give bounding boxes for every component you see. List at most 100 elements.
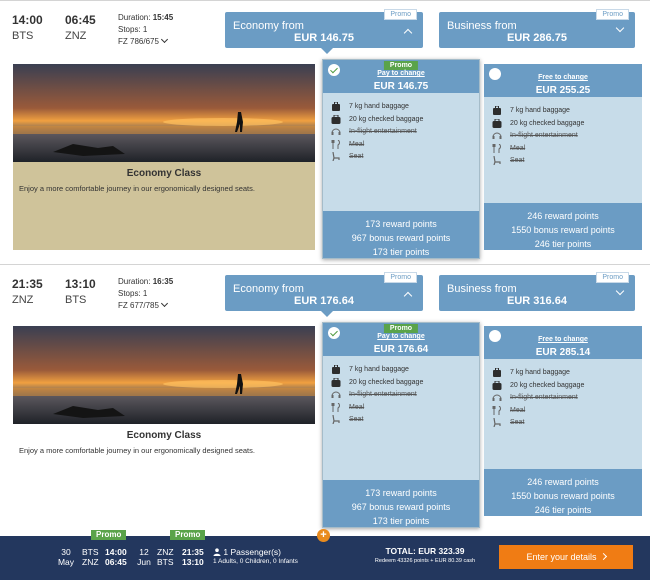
flight-numbers-toggle[interactable]: FZ 786/675 [118,35,173,48]
fare-tab-price: EUR 176.64 [294,295,354,307]
feature-label: Seat [510,419,525,426]
points-box: 173 reward points 967 bonus reward point… [323,480,479,527]
option-price: EUR 176.64 [373,344,429,355]
entertainment-icon [331,128,341,135]
class-description: Enjoy a more comfortable journey in our … [19,446,255,455]
outbound-arr-time: 06:45 [105,557,127,567]
feature-item: 20 kg checked baggage [490,380,584,393]
promo-badge: Promo [91,530,127,540]
fare-option-free-to-change[interactable]: Free to change EUR 255.25 7 kg hand bagg… [484,64,642,250]
promo-tag: Promo [384,9,417,20]
arrival: 06:45 ZNZ [65,13,96,42]
feature-label: In-flight entertainment [349,391,417,398]
return-to: BTS [157,557,174,567]
bonus-points: 1550 bonus reward points [511,491,615,501]
fare-tab-price: EUR 316.64 [507,295,567,307]
class-title: Economy Class [126,168,202,179]
bonus-points: 967 bonus reward points [351,233,451,243]
stops: Stops: 1 [118,289,148,298]
feature-item: In-flight entertainment [490,130,584,143]
feature-list: 7 kg hand baggage 20 kg checked baggage In… [490,105,584,168]
option-price: EUR 146.75 [373,81,429,92]
enter-details-button[interactable]: Enter your details [499,545,633,569]
flight-numbers-toggle[interactable]: FZ 677/785 [118,299,173,312]
hand-baggage-icon [332,365,340,374]
departure-time: 14:00 [12,13,43,27]
change-policy: Pay to change [377,70,425,77]
tier-points: 173 tier points [372,516,430,526]
change-policy: Pay to change [377,333,425,340]
feature-label: 20 kg checked baggage [349,115,424,123]
economy-class-card: Economy Class Enjoy a more comfortable j… [13,326,315,531]
fare-option-pay-to-change[interactable]: Promo Pay to change EUR 146.75 7 kg hand… [322,59,480,259]
economy-fare-tab[interactable]: Promo Economy from EUR 146.75 [225,9,423,54]
expand-plus-icon[interactable]: + [317,529,330,542]
reward-points: 173 reward points [365,219,437,229]
feature-item: Seat [329,414,423,427]
checked-baggage-icon [331,377,341,387]
bonus-points: 967 bonus reward points [351,502,451,512]
business-fare-tab[interactable]: Promo Business from EUR 286.75 [439,9,635,48]
feature-item: Meal [329,402,423,415]
points-box: 173 reward points 967 bonus reward point… [323,211,479,258]
economy-fare-tab[interactable]: Promo Economy from EUR 176.64 [225,272,423,317]
feature-label: 20 kg checked baggage [349,378,424,386]
entertainment-icon [492,132,502,139]
chevron-down-icon [615,286,625,296]
departure-code: ZNZ [12,294,34,306]
hand-baggage-icon [493,106,501,115]
seat-icon [332,415,340,424]
fare-tab-label: Economy from [233,20,304,32]
feature-item: Seat [329,151,423,164]
checked-baggage-icon [331,114,341,124]
class-title: Economy Class [126,430,202,441]
arrival: 13:10 BTS [65,277,96,306]
hand-baggage-icon [332,102,340,111]
promo-badge: Promo [383,61,419,70]
return-month: Jun [137,557,151,567]
tier-points: 173 tier points [372,247,430,257]
duration-label: Duration: [118,13,151,22]
promo-tag: Promo [596,9,629,20]
feature-label: Seat [349,153,364,160]
tier-points: 246 tier points [534,505,592,515]
meal-icon [492,143,501,153]
points-box: 246 reward points 1550 bonus reward poin… [484,469,642,516]
return-from: ZNZ [157,547,174,557]
seat-icon [493,418,501,427]
total-amount: TOTAL: EUR 323.39 [385,546,465,556]
fare-tab-label: Business from [447,20,517,32]
feature-label: Meal [349,140,365,148]
flight-row-return: 21:35 ZNZ 13:10 BTS Duration: 16:35 Stop… [0,264,650,532]
flight-numbers: FZ 786/675 [118,37,159,46]
person-icon [213,547,223,557]
feature-label: Seat [510,157,525,164]
fare-tab-label: Economy from [233,283,304,295]
fare-tab-price: EUR 146.75 [294,32,354,44]
fare-option-pay-to-change[interactable]: Promo Pay to change EUR 176.64 7 kg hand… [322,322,480,528]
feature-item: 7 kg hand baggage [329,101,423,114]
sunset-beach-image [13,64,315,162]
feature-label: 20 kg checked baggage [510,119,585,127]
fare-option-free-to-change[interactable]: Free to change EUR 285.14 7 kg hand bagg… [484,326,642,516]
arrival-code: ZNZ [65,30,87,42]
arrival-code: BTS [65,294,87,306]
flight-meta: Duration: 16:35 Stops: 1 FZ 677/785 [118,276,173,312]
feature-item: Seat [490,155,584,168]
duration-value: 16:35 [152,277,174,286]
duration-label: Duration: [118,277,151,286]
feature-item: 20 kg checked baggage [329,377,423,390]
stops: Stops: 1 [118,25,148,34]
feature-item: 7 kg hand baggage [490,367,584,380]
feature-item: Seat [490,417,584,430]
meal-icon [331,402,340,412]
return-day: 12 [139,547,149,557]
feature-label: Meal [510,144,526,152]
feature-label: 7 kg hand baggage [510,369,570,376]
option-price: EUR 255.25 [535,85,591,96]
reward-points: 246 reward points [527,211,599,221]
feature-label: 7 kg hand baggage [349,103,409,110]
business-fare-tab[interactable]: Promo Business from EUR 316.64 [439,272,635,311]
fare-tab-price: EUR 286.75 [507,32,567,44]
feature-item: 20 kg checked baggage [329,114,423,127]
